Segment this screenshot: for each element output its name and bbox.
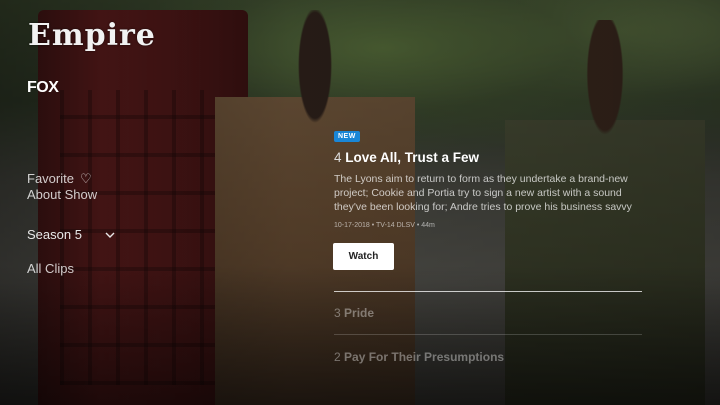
about-show-button[interactable]: About Show: [27, 187, 116, 203]
heart-icon: ♡: [79, 171, 92, 186]
episode-description: The Lyons aim to return to form as they …: [334, 173, 632, 213]
watch-button[interactable]: Watch: [333, 243, 394, 270]
episode-number: 3: [334, 306, 341, 320]
divider: [334, 334, 642, 335]
featured-episode-title: 4 Love All, Trust a Few: [334, 150, 479, 165]
favorite-label: Favorite: [27, 171, 74, 186]
episode-progress-bar: [334, 291, 642, 292]
new-badge: NEW: [334, 131, 360, 142]
side-menu: Favorite ♡ About Show Season 5 All Clips: [27, 171, 116, 277]
chevron-down-icon: [104, 229, 116, 241]
show-logo: Empire: [28, 18, 156, 53]
episode-name: Pay For Their Presumptions: [344, 350, 505, 364]
episode-number: 4: [334, 150, 342, 165]
episode-name: Love All, Trust a Few: [345, 150, 480, 165]
network-logo: FOX: [27, 79, 59, 96]
favorite-button[interactable]: Favorite ♡: [27, 171, 116, 187]
episode-list-item[interactable]: 2 Pay For Their Presumptions: [334, 350, 504, 364]
episode-meta: 10-17-2018 • TV-14 DLSV • 44m: [334, 222, 435, 229]
season-label: Season 5: [27, 227, 82, 242]
all-clips-button[interactable]: All Clips: [27, 261, 116, 277]
episode-name: Pride: [344, 306, 375, 320]
season-selector[interactable]: Season 5: [27, 227, 116, 243]
episode-list-item[interactable]: 3 Pride: [334, 306, 374, 320]
episode-number: 2: [334, 350, 341, 364]
